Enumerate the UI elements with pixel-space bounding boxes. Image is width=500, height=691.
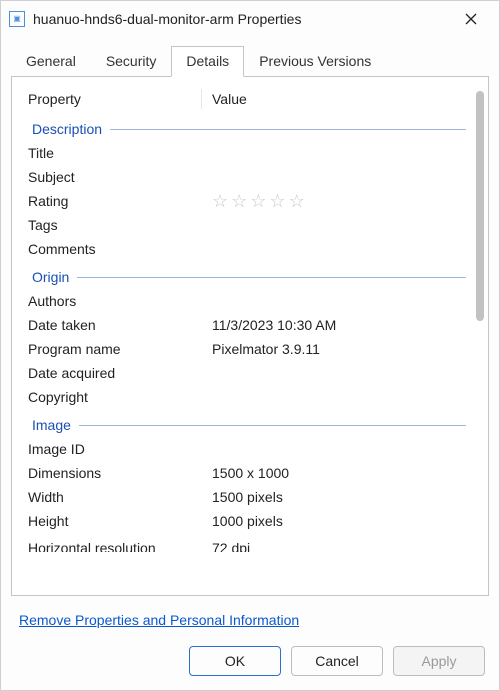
- tab-details[interactable]: Details: [171, 46, 244, 77]
- file-icon: ▣: [9, 11, 25, 27]
- scroll-thumb[interactable]: [476, 91, 484, 321]
- row-rating[interactable]: Rating ☆☆☆☆☆: [22, 189, 472, 213]
- column-headers: Property Value: [22, 85, 472, 113]
- tab-previous-versions[interactable]: Previous Versions: [244, 46, 386, 77]
- row-horizontal-resolution[interactable]: Horizontal resolution 72 dpi: [22, 533, 472, 557]
- row-comments[interactable]: Comments: [22, 237, 472, 261]
- row-title[interactable]: Title: [22, 141, 472, 165]
- cancel-button[interactable]: Cancel: [291, 646, 383, 676]
- scrollbar[interactable]: [476, 85, 484, 589]
- star-icon[interactable]: ☆: [289, 192, 306, 210]
- tab-security[interactable]: Security: [91, 46, 172, 77]
- star-icon[interactable]: ☆: [231, 192, 248, 210]
- tab-general[interactable]: General: [11, 46, 91, 77]
- remove-properties-link[interactable]: Remove Properties and Personal Informati…: [19, 612, 299, 628]
- properties-dialog: ▣ huanuo-hnds6-dual-monitor-arm Properti…: [0, 0, 500, 691]
- apply-button[interactable]: Apply: [393, 646, 485, 676]
- header-value[interactable]: Value: [202, 89, 472, 109]
- window-title: huanuo-hnds6-dual-monitor-arm Properties: [33, 11, 449, 27]
- property-list[interactable]: Property Value Description Title Subject…: [22, 85, 472, 589]
- row-dimensions[interactable]: Dimensions 1500 x 1000: [22, 461, 472, 485]
- row-copyright[interactable]: Copyright: [22, 385, 472, 409]
- star-icon[interactable]: ☆: [212, 192, 229, 210]
- tabstrip: General Security Details Previous Versio…: [1, 37, 499, 76]
- row-subject[interactable]: Subject: [22, 165, 472, 189]
- details-panel: Property Value Description Title Subject…: [11, 76, 489, 596]
- star-icon[interactable]: ☆: [250, 192, 267, 210]
- row-date-taken[interactable]: Date taken 11/3/2023 10:30 AM: [22, 313, 472, 337]
- rating-stars[interactable]: ☆☆☆☆☆: [202, 190, 472, 212]
- ok-button[interactable]: OK: [189, 646, 281, 676]
- row-height[interactable]: Height 1000 pixels: [22, 509, 472, 533]
- header-property[interactable]: Property: [22, 89, 202, 109]
- star-icon[interactable]: ☆: [269, 192, 286, 210]
- row-authors[interactable]: Authors: [22, 289, 472, 313]
- close-icon[interactable]: [449, 4, 493, 34]
- dialog-buttons: OK Cancel Apply: [1, 638, 499, 690]
- row-image-id[interactable]: Image ID: [22, 437, 472, 461]
- row-program-name[interactable]: Program name Pixelmator 3.9.11: [22, 337, 472, 361]
- row-tags[interactable]: Tags: [22, 213, 472, 237]
- row-date-acquired[interactable]: Date acquired: [22, 361, 472, 385]
- group-origin: Origin: [22, 267, 472, 287]
- row-width[interactable]: Width 1500 pixels: [22, 485, 472, 509]
- group-description: Description: [22, 119, 472, 139]
- group-image: Image: [22, 415, 472, 435]
- remove-properties-row: Remove Properties and Personal Informati…: [1, 604, 499, 638]
- titlebar: ▣ huanuo-hnds6-dual-monitor-arm Properti…: [1, 1, 499, 37]
